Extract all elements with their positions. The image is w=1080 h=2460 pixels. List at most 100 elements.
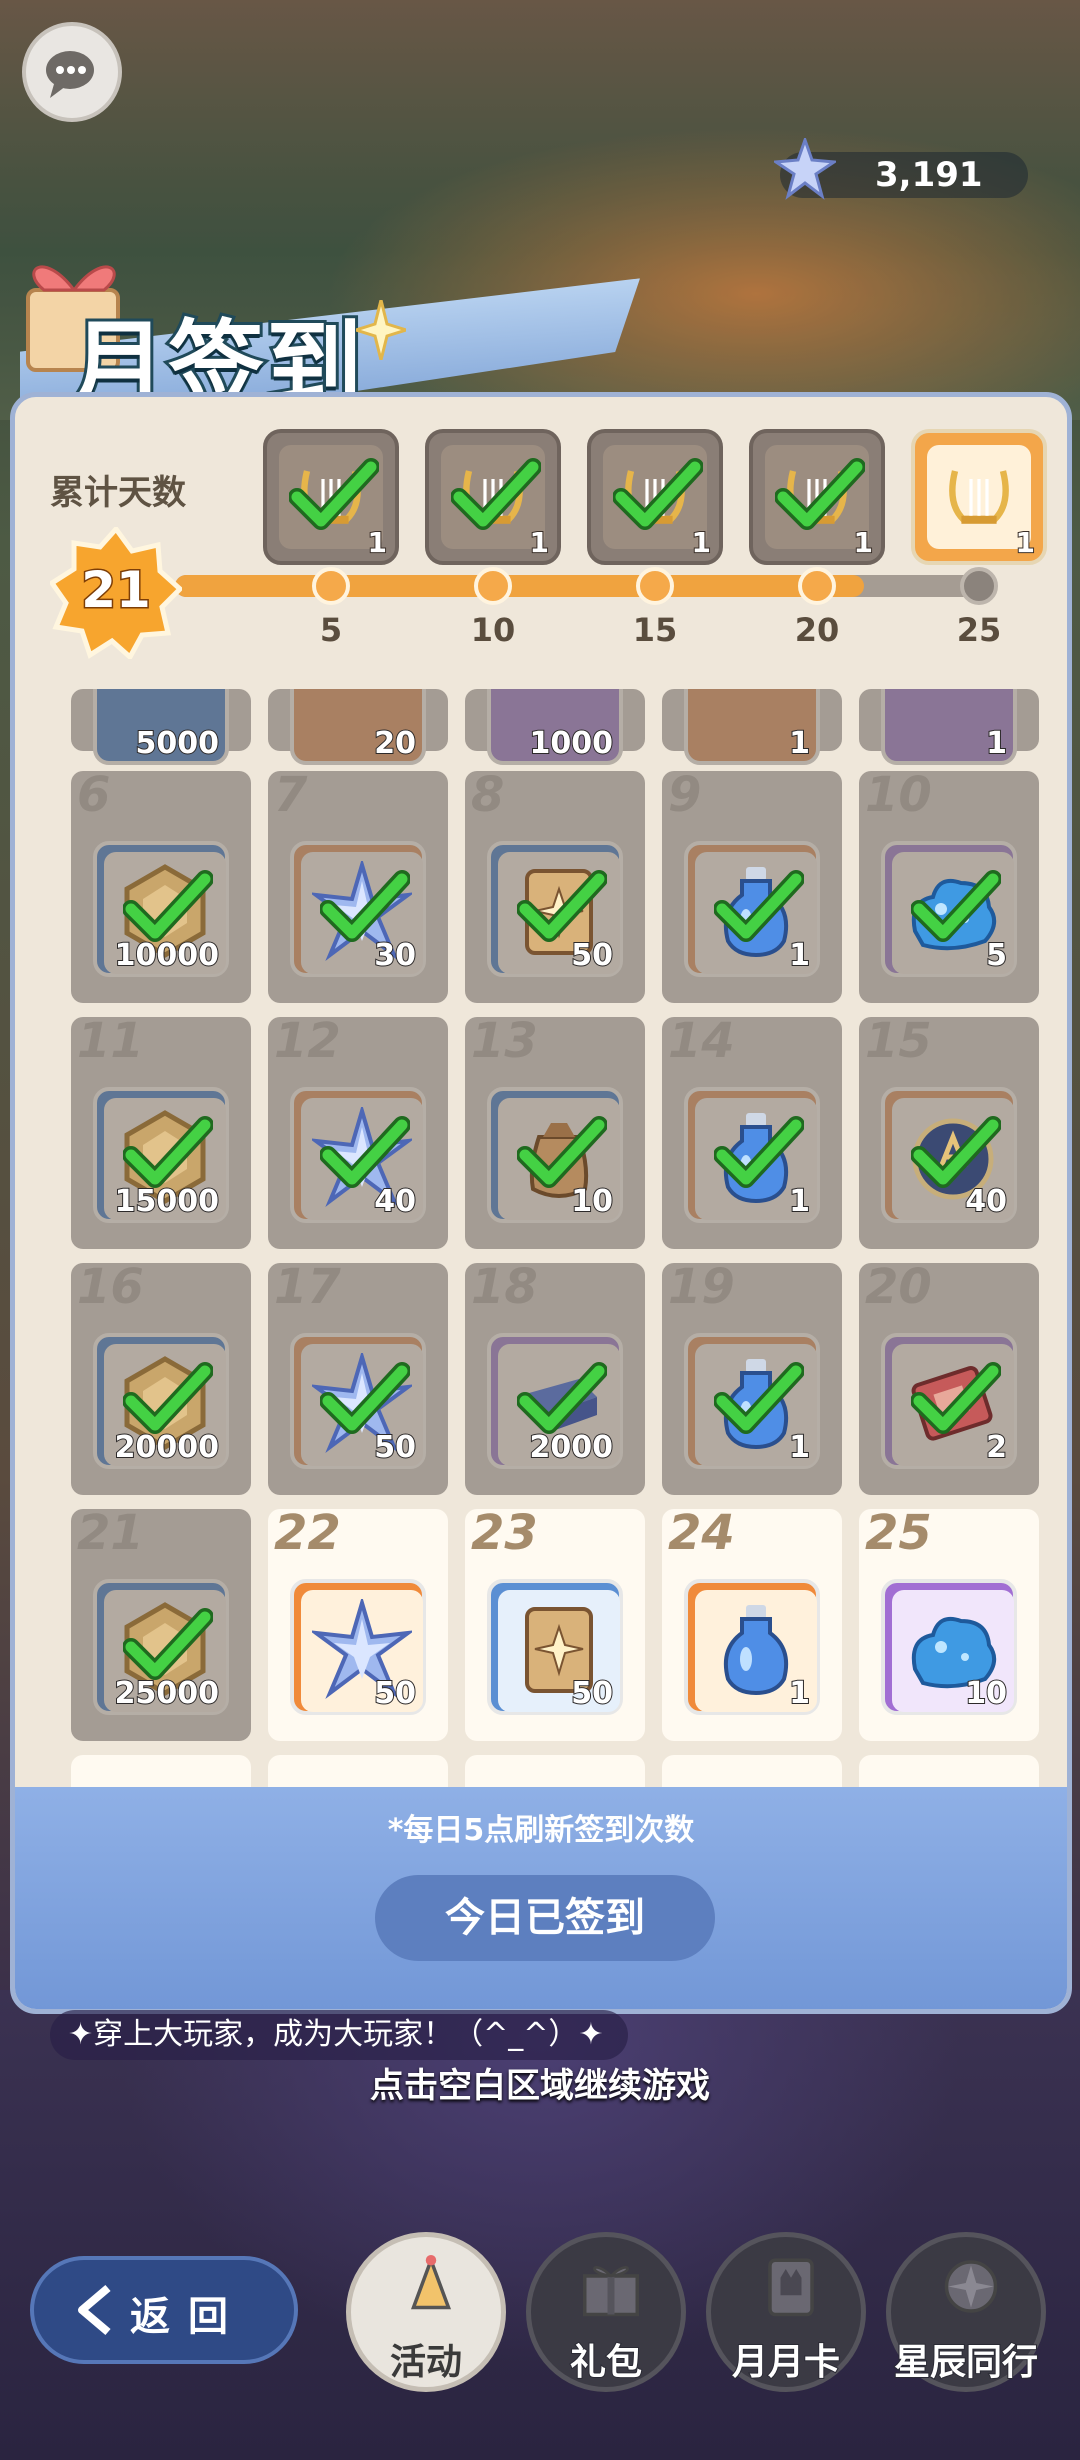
reward-cell-day-22[interactable]: 22 50 — [268, 1505, 448, 1741]
cumulative-days-label: 累计天数 — [50, 473, 186, 513]
reward-cell-day-18[interactable]: 18 2000 — [465, 1259, 645, 1495]
reward-frame: 40 — [290, 1087, 426, 1223]
reward-cell-day-15[interactable]: 15 40 — [859, 1013, 1039, 1249]
reward-quantity: 50 — [570, 937, 614, 974]
reward-cell-day-23[interactable]: 23 50 — [465, 1505, 645, 1741]
reward-cell-day-14[interactable]: 14 1 — [662, 1013, 842, 1249]
reward-quantity: 5000 — [135, 725, 220, 762]
reward-quantity: 15000 — [114, 1183, 220, 1220]
reward-quantity: 2 — [985, 1429, 1008, 1466]
milestone-reward[interactable]: 1 — [749, 429, 885, 565]
day-number: 16 — [77, 1259, 144, 1315]
reward-quantity: 30 — [373, 937, 417, 974]
reward-cell-partial[interactable]: 1000 — [465, 689, 645, 765]
check-icon — [450, 455, 542, 539]
reward-cell-day-9[interactable]: 91 — [662, 767, 842, 1003]
day-number: 17 — [274, 1259, 341, 1315]
reward-cell-day-16[interactable]: 16 20000 — [71, 1259, 251, 1495]
reward-frame: 5000 — [93, 689, 229, 765]
reward-frame: 2000 — [487, 1333, 623, 1469]
nav-tab-4[interactable]: 星辰同行 — [886, 2232, 1046, 2392]
reward-quantity: 5 — [985, 937, 1008, 974]
day-number: 11 — [77, 1013, 144, 1069]
reward-frame: 1 — [684, 689, 820, 765]
day-number: 21 — [77, 1505, 144, 1561]
reward-quantity: 1000 — [529, 725, 614, 762]
currency-display: 3,191 — [774, 138, 1028, 200]
reward-cell-partial[interactable] — [662, 1755, 842, 1789]
reward-frame: 1 — [684, 1333, 820, 1469]
reward-cell-partial[interactable]: 1 — [859, 689, 1039, 765]
reward-frame: 25000 — [93, 1579, 229, 1715]
back-button[interactable]: 返回 — [30, 2256, 298, 2364]
currency-value: 3,191 — [875, 155, 983, 195]
reward-quantity: 1 — [788, 725, 811, 762]
day-number: 8 — [471, 767, 505, 823]
reward-cell-day-10[interactable]: 10 5 — [859, 767, 1039, 1003]
day-number: 14 — [668, 1013, 735, 1069]
milestone-reward[interactable]: 1 — [263, 429, 399, 565]
reward-frame: 50 — [290, 1579, 426, 1715]
chat-button[interactable] — [22, 22, 122, 122]
nav-tab-1[interactable]: 活动 — [346, 2232, 506, 2392]
reward-cell-partial[interactable]: 1 — [662, 689, 842, 765]
check-icon — [288, 455, 380, 539]
milestone-label: 20 — [794, 611, 840, 649]
back-label: 返回 — [130, 2294, 246, 2340]
signed-today-button[interactable]: 今日已签到 — [375, 1875, 715, 1961]
reward-cell-partial[interactable] — [268, 1755, 448, 1789]
nav-tab-label: 星辰同行 — [893, 2341, 1039, 2384]
reward-cell-day-20[interactable]: 20 2 — [859, 1259, 1039, 1495]
continue-hint[interactable]: 点击空白区域继续游戏 — [0, 2058, 1080, 2107]
milestone-reward[interactable]: 1 — [911, 429, 1047, 565]
check-icon — [774, 455, 866, 539]
reward-frame: 40 — [881, 1087, 1017, 1223]
milestone-reward[interactable]: 1 — [587, 429, 723, 565]
reward-cell-day-24[interactable]: 24 1 — [662, 1505, 842, 1741]
reward-quantity: 10 — [570, 1183, 614, 1220]
check-icon — [612, 455, 704, 539]
reward-quantity: 50 — [373, 1429, 417, 1466]
reward-frame: 10 — [487, 1087, 623, 1223]
reward-frame: 20000 — [93, 1333, 229, 1469]
reward-cell-partial[interactable]: 20 — [268, 689, 448, 765]
reward-cell-day-6[interactable]: 6 10000 — [71, 767, 251, 1003]
reward-frame: 10000 — [93, 841, 229, 977]
refresh-note: *每日5点刷新签到次数 — [387, 1813, 695, 1848]
reward-cell-partial[interactable]: 5000 — [71, 689, 251, 765]
milestone-label: 10 — [470, 611, 516, 649]
nav-tab-label: 月月卡 — [731, 2341, 841, 2384]
reward-cell-day-8[interactable]: 8 50 — [465, 767, 645, 1003]
card-cat-icon — [768, 2258, 814, 2317]
nav-tab-3[interactable]: 月月卡 — [706, 2232, 866, 2392]
reward-cell-day-7[interactable]: 7 30 — [268, 767, 448, 1003]
reward-frame: 30 — [290, 841, 426, 977]
reward-frame: 10 — [881, 1579, 1017, 1715]
day-number: 22 — [274, 1505, 341, 1561]
reward-cell-day-12[interactable]: 12 40 — [268, 1013, 448, 1249]
day-number: 18 — [471, 1259, 538, 1315]
reward-cell-day-17[interactable]: 17 50 — [268, 1259, 448, 1495]
back-arrow-icon — [78, 2284, 111, 2336]
milestone-reward[interactable]: 1 — [425, 429, 561, 565]
reward-cell-partial[interactable] — [71, 1755, 251, 1789]
reward-cell-partial[interactable] — [859, 1755, 1039, 1789]
reward-cell-day-21[interactable]: 21 25000 — [71, 1505, 251, 1741]
daily-reward-grid[interactable]: 5000 20 1000 1 1 6 10000 7 30 8 50 9 1 10 5 11 15000 12 40… — [49, 689, 1041, 1789]
reward-frame: 50 — [290, 1333, 426, 1469]
reward-cell-day-13[interactable]: 13 10 — [465, 1013, 645, 1249]
milestone-marker — [960, 567, 998, 605]
day-number: 9 — [668, 767, 702, 823]
reward-cell-partial[interactable] — [465, 1755, 645, 1789]
current-day-number: 21 — [80, 560, 153, 621]
reward-cell-day-25[interactable]: 25 10 — [859, 1505, 1039, 1741]
reward-cell-day-11[interactable]: 11 15000 — [71, 1013, 251, 1249]
nav-tab-2[interactable]: 礼包 — [526, 2232, 686, 2392]
reward-quantity: 2000 — [529, 1429, 614, 1466]
reward-quantity: 50 — [570, 1675, 614, 1712]
reward-quantity: 40 — [373, 1183, 417, 1220]
day-number: 7 — [274, 767, 308, 823]
reward-cell-day-19[interactable]: 19 1 — [662, 1259, 842, 1495]
reward-quantity: 1 — [788, 1675, 811, 1712]
milestone-reward-count: 1 — [1014, 525, 1036, 560]
